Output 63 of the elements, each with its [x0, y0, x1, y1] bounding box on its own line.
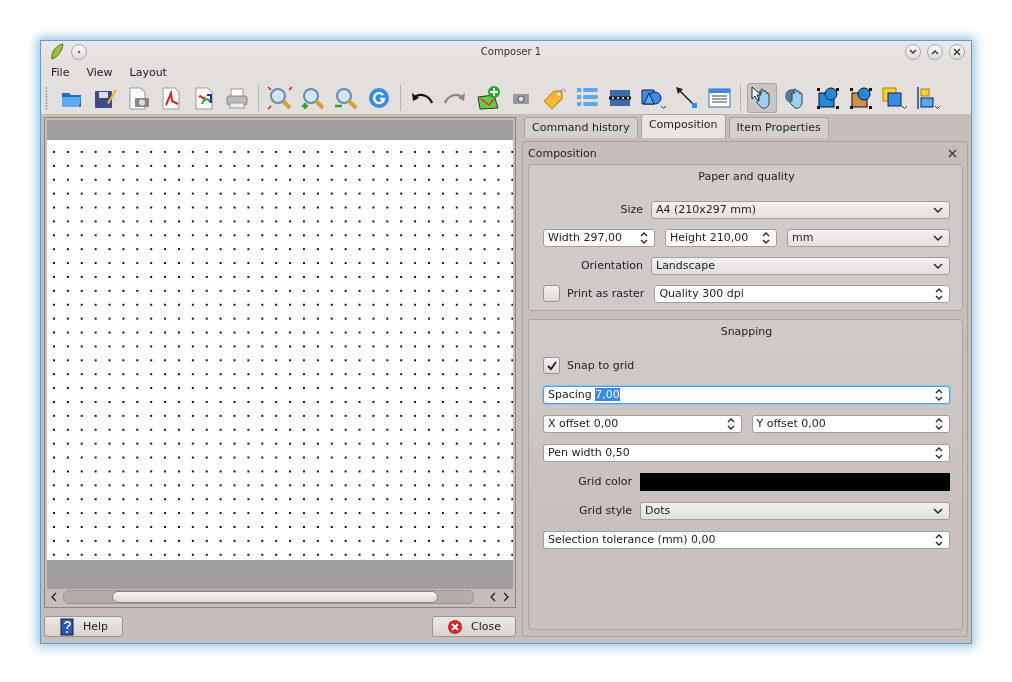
- up-down-arrows-icon: [935, 446, 943, 459]
- field-label: Grid style: [578, 504, 632, 517]
- pen-width-spinbox[interactable]: Pen width 0,50: [543, 443, 950, 462]
- close-icon: [447, 618, 464, 635]
- size-dropdown[interactable]: A4 (210x297 mm): [651, 200, 950, 219]
- field-label: Grid color: [577, 475, 632, 488]
- scroll-left-icon[interactable]: [489, 592, 497, 602]
- chevron-down-icon: [933, 262, 943, 269]
- up-down-arrows-icon: [640, 231, 648, 244]
- scrollbar-track[interactable]: [63, 590, 474, 604]
- chevron-down-icon: [933, 234, 943, 241]
- help-button[interactable]: Help: [44, 616, 124, 637]
- menu-item[interactable]: Layout: [123, 66, 178, 80]
- height-spinbox[interactable]: Height 210,00: [665, 228, 777, 247]
- tab[interactable]: Composition: [640, 114, 726, 138]
- leaf-icon: [49, 42, 65, 61]
- orientation-dropdown[interactable]: Landscape: [651, 256, 950, 275]
- y-offset-spinbox[interactable]: Y offset 0,00: [751, 414, 950, 433]
- color-swatch[interactable]: [640, 472, 950, 491]
- chevron-down-icon: [909, 48, 917, 55]
- scrollbar-thumb[interactable]: [112, 591, 438, 603]
- grid-style-dropdown[interactable]: Dots: [640, 501, 950, 520]
- up-down-arrows-icon: [935, 388, 943, 401]
- up-down-arrows-icon: [935, 417, 943, 430]
- pointer-hand-icon[interactable]: [747, 83, 777, 114]
- scroll-left-icon[interactable]: [50, 592, 58, 602]
- group-title: Snapping: [719, 325, 774, 339]
- chevron-down-icon: [933, 507, 943, 514]
- up-down-arrows-icon: [726, 417, 735, 430]
- chevron-up-icon: [931, 48, 939, 55]
- up-down-arrows-icon: [935, 533, 943, 546]
- close-button[interactable]: Close: [432, 616, 516, 637]
- units-dropdown[interactable]: mm: [787, 228, 950, 247]
- quality-spinbox[interactable]: Quality 300 dpi: [654, 284, 950, 303]
- x-offset-spinbox[interactable]: X offset 0,00: [543, 414, 742, 433]
- tab[interactable]: Item Properties: [728, 117, 829, 138]
- close-button[interactable]: [949, 43, 965, 60]
- group-title: Paper and quality: [697, 170, 796, 184]
- maximize-button[interactable]: [927, 43, 943, 60]
- up-down-arrows-icon: [762, 231, 770, 244]
- menu-item[interactable]: File: [45, 66, 81, 80]
- spacing-spinbox[interactable]: Spacing 7,00: [543, 385, 950, 404]
- scroll-right-icon[interactable]: [502, 592, 510, 602]
- width-spinbox[interactable]: Width 297,00: [543, 228, 655, 247]
- tolerance-spinbox[interactable]: Selection tolerance (mm) 0,00: [543, 530, 950, 549]
- checkbox-label: Print as raster: [567, 287, 645, 300]
- close-icon[interactable]: [948, 148, 957, 158]
- menu-item[interactable]: View: [80, 66, 124, 80]
- up-down-arrows-icon: [935, 287, 943, 300]
- checkbox[interactable]: [543, 285, 560, 302]
- minimize-button[interactable]: [905, 43, 921, 60]
- page-canvas[interactable]: [47, 140, 513, 560]
- chevron-down-icon: [933, 206, 943, 213]
- field-label: Size: [619, 203, 643, 216]
- checkbox-label: Snap to grid: [567, 359, 635, 372]
- close-icon: [953, 47, 961, 56]
- checkbox[interactable]: [543, 357, 560, 374]
- window-title: Composer 1: [479, 46, 543, 58]
- toolbar-grip-icon[interactable]: [45, 85, 48, 112]
- panel-title: Composition: [528, 146, 597, 160]
- help-book-icon: [59, 617, 75, 636]
- field-label: Orientation: [579, 259, 643, 272]
- tab[interactable]: Command history: [524, 117, 638, 138]
